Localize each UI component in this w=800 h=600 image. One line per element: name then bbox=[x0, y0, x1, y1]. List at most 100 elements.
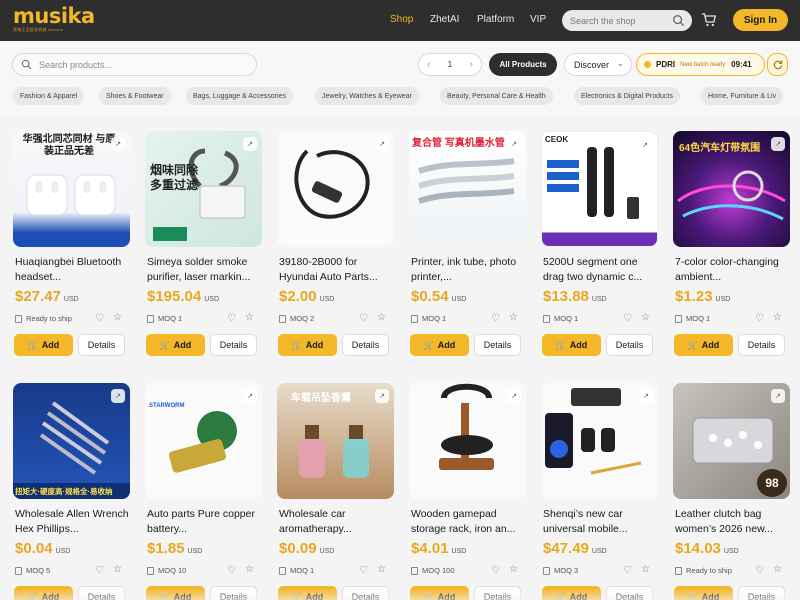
product-title[interactable]: Shenqi’s new car universal mobile... bbox=[543, 507, 661, 537]
category-chip[interactable]: Shoes & Footwear bbox=[99, 87, 171, 105]
open-link-icon[interactable]: ↗ bbox=[507, 389, 521, 403]
star-icon[interactable]: ☆ bbox=[641, 312, 650, 323]
star-icon[interactable]: ☆ bbox=[509, 564, 518, 575]
star-icon[interactable]: ☆ bbox=[113, 564, 122, 575]
box-icon bbox=[543, 314, 550, 323]
heart-icon[interactable]: ♡ bbox=[227, 313, 236, 324]
next-page-icon[interactable]: › bbox=[470, 59, 473, 70]
product-image[interactable]: 华强北同芯同材 与原装正品无差 ↗ bbox=[13, 131, 130, 247]
open-link-icon[interactable]: ↗ bbox=[639, 389, 653, 403]
product-title[interactable]: Wholesale car aromatherapy... bbox=[279, 507, 397, 537]
product-image[interactable]: STARWORM ↗ bbox=[145, 383, 262, 499]
nav-zhetai[interactable]: ZhetAI bbox=[430, 14, 459, 25]
details-button[interactable]: Details bbox=[210, 334, 257, 356]
heart-icon[interactable]: ♡ bbox=[359, 565, 368, 576]
product-image[interactable]: 烟味同除 多重过滤 ↗ bbox=[145, 131, 262, 247]
heart-icon[interactable]: ♡ bbox=[491, 313, 500, 324]
open-link-icon[interactable]: ↗ bbox=[638, 138, 652, 152]
open-link-icon[interactable]: ↗ bbox=[111, 389, 125, 403]
add-to-cart-button[interactable]: 🛒Add bbox=[410, 334, 469, 356]
category-chip[interactable]: Jewelry, Watches & Eyewear bbox=[315, 87, 419, 105]
search-icon[interactable] bbox=[672, 14, 685, 27]
star-icon[interactable]: ☆ bbox=[641, 564, 650, 575]
product-title[interactable]: Wooden gamepad storage rack, iron an... bbox=[411, 507, 529, 537]
details-button[interactable]: Details bbox=[474, 334, 521, 356]
product-image[interactable]: ↗ bbox=[541, 383, 658, 499]
add-to-cart-button[interactable]: 🛒Add bbox=[542, 334, 601, 356]
product-image[interactable]: ↗ bbox=[409, 383, 526, 499]
product-search-input[interactable]: Search products... bbox=[12, 53, 257, 76]
heart-icon[interactable]: ♡ bbox=[755, 313, 764, 324]
star-icon[interactable]: ☆ bbox=[773, 564, 782, 575]
star-icon[interactable]: ☆ bbox=[113, 312, 122, 323]
open-link-icon[interactable]: ↗ bbox=[507, 137, 521, 151]
heart-icon[interactable]: ♡ bbox=[359, 313, 368, 324]
heart-icon[interactable]: ♡ bbox=[491, 565, 500, 576]
prev-page-icon[interactable]: ‹ bbox=[427, 59, 430, 70]
details-button[interactable]: Details bbox=[78, 334, 125, 356]
heart-icon[interactable]: ♡ bbox=[95, 313, 104, 324]
open-link-icon[interactable]: ↗ bbox=[243, 137, 257, 151]
add-to-cart-button[interactable]: 🛒Add bbox=[14, 334, 73, 356]
shop-search-input[interactable]: Search the shop bbox=[562, 10, 692, 31]
star-icon[interactable]: ☆ bbox=[773, 312, 782, 323]
product-price: $2.00 USD bbox=[279, 288, 335, 305]
product-image[interactable]: CEOK ↗ bbox=[541, 131, 658, 247]
details-button[interactable]: Details bbox=[738, 334, 785, 356]
category-chip[interactable]: Electronics & Digital Products bbox=[574, 87, 680, 105]
product-title[interactable]: Leather clutch bag women’s 2026 new... bbox=[675, 507, 793, 537]
category-chip[interactable]: Beauty, Personal Care & Health bbox=[440, 87, 553, 105]
star-icon[interactable]: ☆ bbox=[509, 312, 518, 323]
page-number[interactable]: 1 bbox=[448, 60, 452, 69]
heart-icon[interactable]: ♡ bbox=[95, 565, 104, 576]
product-image[interactable]: 98 ↗ bbox=[673, 383, 790, 499]
cart-icon[interactable] bbox=[701, 12, 717, 28]
product-title[interactable]: 39180-2B000 for Hyundai Auto Parts... bbox=[279, 255, 397, 285]
open-link-icon[interactable]: ↗ bbox=[375, 137, 389, 151]
star-icon[interactable]: ☆ bbox=[245, 564, 254, 575]
open-link-icon[interactable]: ↗ bbox=[375, 389, 389, 403]
product-image[interactable]: 复合管 写真机墨水管 ↗ bbox=[409, 131, 526, 247]
heart-icon[interactable]: ♡ bbox=[227, 565, 236, 576]
product-title[interactable]: Auto parts Pure copper battery... bbox=[147, 507, 265, 537]
star-icon[interactable]: ☆ bbox=[377, 564, 386, 575]
add-to-cart-button[interactable]: 🛒Add bbox=[146, 334, 205, 356]
sign-in-button[interactable]: Sign In bbox=[733, 9, 788, 31]
category-chip[interactable]: Fashion & Apparel bbox=[13, 87, 85, 105]
star-icon[interactable]: ☆ bbox=[245, 312, 254, 323]
product-meta: MOQ 5 bbox=[15, 566, 50, 575]
open-link-icon[interactable]: ↗ bbox=[111, 137, 125, 151]
open-link-icon[interactable]: ↗ bbox=[771, 389, 785, 403]
product-title[interactable]: Huaqiangbei Bluetooth headset... bbox=[15, 255, 133, 285]
product-title[interactable]: Wholesale Allen Wrench Hex Phillips... bbox=[15, 507, 133, 537]
open-link-icon[interactable]: ↗ bbox=[771, 137, 785, 151]
cart-icon: 🛒 bbox=[555, 340, 566, 350]
details-button[interactable]: Details bbox=[342, 334, 389, 356]
product-image[interactable]: ↗ bbox=[277, 131, 394, 247]
brand-logo[interactable]: musika 原装正品批发商城 dzhcom bbox=[13, 6, 95, 36]
add-to-cart-button[interactable]: 🛒Add bbox=[674, 334, 733, 356]
nav-vip[interactable]: VIP bbox=[530, 14, 546, 25]
heart-icon[interactable]: ♡ bbox=[623, 565, 632, 576]
batch-status-pill[interactable]: PDRI New batch ready 09:41 bbox=[636, 53, 765, 76]
product-image[interactable]: 车载吊坠香薰 ↗ bbox=[277, 383, 394, 499]
heart-icon[interactable]: ♡ bbox=[755, 565, 764, 576]
star-icon[interactable]: ☆ bbox=[377, 312, 386, 323]
discover-dropdown[interactable]: Discover ⌄ bbox=[564, 53, 632, 76]
open-link-icon[interactable]: ↗ bbox=[243, 389, 257, 403]
product-title[interactable]: Printer, ink tube, photo printer,... bbox=[411, 255, 529, 285]
product-image[interactable]: 64色汽车灯带氛围 ↗ bbox=[673, 131, 790, 247]
product-title[interactable]: Simeya solder smoke purifier, laser mark… bbox=[147, 255, 265, 285]
nav-platform[interactable]: Platform bbox=[477, 14, 514, 25]
add-to-cart-button[interactable]: 🛒Add bbox=[278, 334, 337, 356]
details-button[interactable]: Details bbox=[606, 334, 653, 356]
category-chip[interactable]: Bags, Luggage & Accessories bbox=[186, 87, 294, 105]
category-chip[interactable]: Home, Furniture & Liv bbox=[701, 87, 784, 105]
product-title[interactable]: 7-color color-changing ambient... bbox=[675, 255, 793, 285]
all-products-button[interactable]: All Products bbox=[489, 53, 557, 76]
product-image[interactable]: 扭矩大·硬度高·规格全·易收纳 ↗ bbox=[13, 383, 130, 499]
refresh-button[interactable] bbox=[767, 53, 788, 76]
nav-shop[interactable]: Shop bbox=[390, 14, 413, 25]
heart-icon[interactable]: ♡ bbox=[623, 313, 632, 324]
product-title[interactable]: 5200U segment one drag two dynamic c... bbox=[543, 255, 661, 285]
